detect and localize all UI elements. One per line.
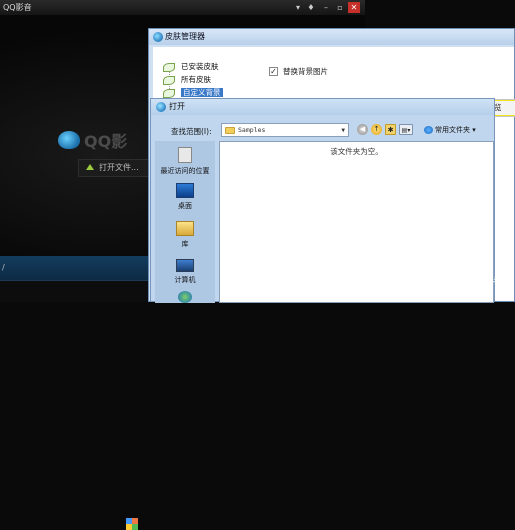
maximize-icon[interactable]: ▫ bbox=[334, 2, 346, 13]
libraries-icon bbox=[176, 221, 194, 236]
recent-places-icon bbox=[178, 147, 192, 163]
up-folder-icon[interactable]: ↑ bbox=[371, 124, 382, 135]
empty-folder-message: 该文件夹为空。 bbox=[330, 147, 383, 156]
favorites-icon bbox=[424, 126, 433, 134]
back-icon[interactable]: ◀ bbox=[357, 124, 368, 135]
computer-icon bbox=[176, 259, 194, 272]
favorites-folder-button[interactable]: 常用文件夹 ▾ bbox=[423, 123, 489, 137]
lookin-dropdown[interactable]: Samples ▼ bbox=[221, 123, 349, 137]
places-bar: 最近访问的位置 桌面 库 计算机 bbox=[155, 141, 215, 303]
lookin-label: 查找范围(I): bbox=[171, 127, 212, 136]
windows-logo-icon[interactable] bbox=[126, 518, 138, 530]
place-recent[interactable]: 最近访问的位置 bbox=[155, 147, 215, 176]
open-file-label: 打开文件... bbox=[99, 163, 139, 172]
place-label: 桌面 bbox=[178, 202, 192, 210]
view-menu-icon[interactable]: ▤▾ bbox=[399, 124, 413, 135]
close-icon[interactable]: ✕ bbox=[348, 2, 360, 13]
skin-icon[interactable]: ♦ bbox=[305, 2, 317, 13]
minimize-icon[interactable]: – bbox=[320, 2, 332, 13]
place-libraries[interactable]: 库 bbox=[155, 221, 215, 249]
leaf-icon bbox=[163, 89, 175, 98]
nav-item-installed-skins[interactable]: 已安装皮肤 bbox=[159, 61, 249, 73]
watermark-logo-icon bbox=[432, 266, 448, 282]
eject-icon bbox=[86, 164, 94, 170]
nav-item-label: 已安装皮肤 bbox=[181, 62, 219, 71]
replace-bg-checkbox[interactable]: ✓ bbox=[269, 67, 278, 76]
menu-icon[interactable]: ▾ bbox=[292, 2, 304, 13]
control-bar-marker: / bbox=[2, 263, 5, 272]
replace-bg-label: 替换背景图片 bbox=[283, 67, 328, 76]
open-dialog-icon bbox=[156, 102, 166, 112]
network-icon bbox=[178, 291, 192, 303]
place-label: 最近访问的位置 bbox=[160, 167, 210, 175]
open-dialog-title: 打开 bbox=[169, 102, 185, 111]
leaf-icon bbox=[163, 76, 175, 85]
skin-nav-tree: 已安装皮肤 所有皮肤 自定义背景 bbox=[159, 61, 249, 100]
leaf-icon bbox=[163, 63, 175, 72]
chevron-down-icon: ▼ bbox=[341, 127, 345, 134]
place-computer[interactable]: 计算机 bbox=[155, 259, 215, 285]
skin-manager-titlebar: 皮肤管理器 bbox=[149, 29, 514, 45]
favorites-label: 常用文件夹 bbox=[435, 126, 470, 134]
watermark-text: 系统之家 bbox=[450, 270, 506, 286]
nav-item-label: 自定义背景 bbox=[181, 88, 223, 97]
qq-logo-icon bbox=[58, 131, 80, 149]
skin-manager-title: 皮肤管理器 bbox=[165, 32, 205, 41]
folder-icon bbox=[225, 127, 235, 134]
site-watermark: 系统之家 bbox=[430, 262, 512, 290]
nav-item-label: 所有皮肤 bbox=[181, 75, 211, 84]
place-label: 库 bbox=[181, 240, 189, 248]
desktop-icon bbox=[176, 183, 194, 198]
chevron-down-icon: ▾ bbox=[472, 126, 476, 134]
nav-item-all-skins[interactable]: 所有皮肤 bbox=[159, 74, 249, 86]
open-file-button[interactable]: 打开文件... bbox=[78, 159, 153, 177]
open-dialog-titlebar: 打开 bbox=[151, 99, 494, 115]
place-desktop[interactable]: 桌面 bbox=[155, 183, 215, 211]
place-network[interactable] bbox=[155, 291, 215, 306]
place-label: 计算机 bbox=[174, 276, 196, 284]
skin-manager-icon bbox=[153, 32, 163, 42]
player-title: QQ影音 bbox=[3, 3, 32, 12]
new-folder-icon[interactable]: ✱ bbox=[385, 124, 396, 135]
lookin-value: Samples bbox=[238, 126, 266, 134]
player-logo-text: QQ影 bbox=[84, 132, 128, 151]
